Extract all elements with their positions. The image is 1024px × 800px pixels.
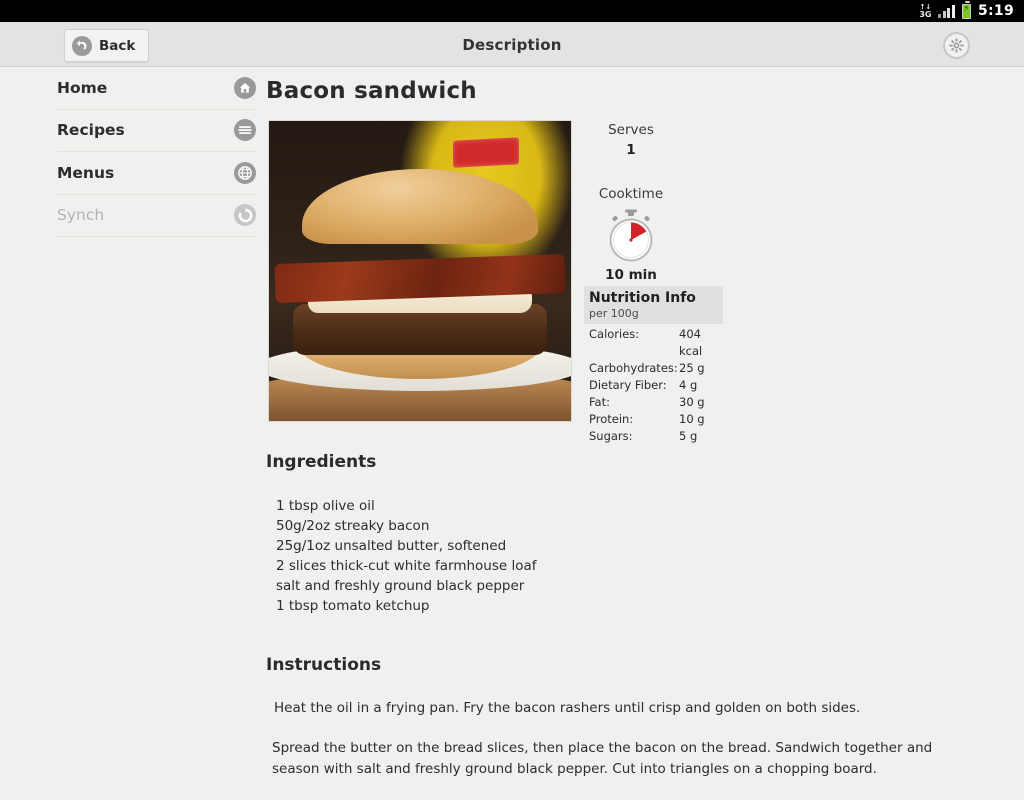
nutrition-row-label: Calories:	[589, 327, 640, 341]
stopwatch-icon	[604, 209, 658, 263]
recipe-photo	[268, 120, 572, 422]
nutrition-title: Nutrition Info	[589, 290, 696, 306]
nutrition-row-label: Sugars:	[589, 429, 633, 443]
list-item: 50g/2oz streaky bacon	[276, 518, 430, 534]
sidebar-item-label: Home	[57, 78, 108, 97]
title-bar: Description Back	[0, 22, 1024, 67]
recipe-title: Bacon sandwich	[266, 78, 477, 104]
sidebar-item-home[interactable]: Home	[57, 67, 256, 110]
list-item: 25g/1oz unsalted butter, softened	[276, 538, 507, 554]
nutrition-row: Carbohydrates: 25 g	[589, 360, 723, 377]
gear-icon	[949, 38, 964, 53]
nutrition-row: Fat: 30 g	[589, 394, 723, 411]
sidebar-item-label: Synch	[57, 206, 105, 225]
nutrition-row: Calories: 404 kcal	[589, 326, 723, 360]
nutrition-row-label: Protein:	[589, 412, 634, 426]
refresh-icon	[234, 204, 256, 227]
nutrition-row-value: 30 g	[679, 395, 705, 409]
instruction-paragraph: Spread the butter on the bread slices, t…	[272, 740, 933, 777]
serves-label: Serves	[608, 122, 654, 138]
nutrition-row-label: Carbohydrates:	[589, 361, 678, 375]
nutrition-row: Protein: 10 g	[589, 411, 723, 428]
sidebar-item-menus[interactable]: Menus	[57, 152, 256, 195]
ingredients-heading: Ingredients	[266, 452, 377, 472]
nutrition-row: Dietary Fiber: 4 g	[589, 377, 723, 394]
clock-time: 5:19	[977, 3, 1014, 19]
sidebar: Home Recipes Menus Synch	[0, 67, 256, 800]
back-arrow-circle-icon	[72, 35, 92, 56]
home-icon	[234, 76, 256, 99]
battery-icon	[961, 1, 971, 19]
list-icon	[234, 119, 256, 142]
globe-icon	[234, 161, 256, 184]
page-title: Description	[462, 35, 562, 54]
nutrition-info-panel: Nutrition Info per 100g Calories: 404 kc…	[584, 286, 723, 445]
nutrition-header: Nutrition Info per 100g	[584, 286, 723, 324]
ingredients-list: 1 tbsp olive oil 50g/2oz streaky bacon 2…	[276, 496, 537, 616]
instructions-heading: Instructions	[266, 655, 382, 675]
list-item: 2 slices thick-cut white farmhouse loaf	[276, 558, 537, 574]
list-item: 1 tbsp olive oil	[276, 498, 375, 514]
sidebar-item-synch[interactable]: Synch	[57, 195, 256, 237]
recipe-meta: Serves 1 Cooktime 10 min	[586, 122, 676, 283]
sidebar-item-recipes[interactable]: Recipes	[57, 110, 256, 152]
nutrition-row-value: 25 g	[679, 361, 705, 375]
network-type-label: 3G	[919, 10, 932, 19]
serves-value: 1	[626, 142, 636, 158]
nutrition-row-value: 4 g	[679, 378, 698, 392]
signal-strength-icon	[938, 4, 955, 18]
network-type-icon: ↑↓ 3G	[919, 4, 932, 19]
nutrition-row-value: 10 g	[679, 412, 705, 426]
nutrition-row-value: 5 g	[679, 429, 698, 443]
recipe-detail-panel: Bacon sandwich Serves 1 Cooktime 10 min …	[256, 67, 1024, 800]
list-item: 1 tbsp tomato ketchup	[276, 598, 430, 614]
nutrition-subtitle: per 100g	[589, 307, 639, 320]
sidebar-item-label: Menus	[57, 163, 115, 182]
cooktime-label: Cooktime	[598, 186, 664, 202]
status-bar: ↑↓ 3G 5:19	[0, 0, 1024, 22]
nutrition-row-label: Dietary Fiber:	[589, 378, 667, 392]
sidebar-item-label: Recipes	[57, 121, 125, 140]
settings-button[interactable]	[943, 32, 970, 59]
back-button[interactable]: Back	[64, 29, 150, 62]
back-button-label: Back	[99, 37, 136, 54]
nutrition-row: Sugars: 5 g	[589, 428, 723, 445]
cooktime-value: 10 min	[605, 267, 657, 283]
nutrition-row-value: 404 kcal	[679, 327, 703, 358]
instruction-paragraph: Heat the oil in a frying pan. Fry the ba…	[274, 700, 861, 716]
nutrition-row-label: Fat:	[589, 395, 610, 409]
list-item: salt and freshly ground black pepper	[276, 578, 525, 594]
